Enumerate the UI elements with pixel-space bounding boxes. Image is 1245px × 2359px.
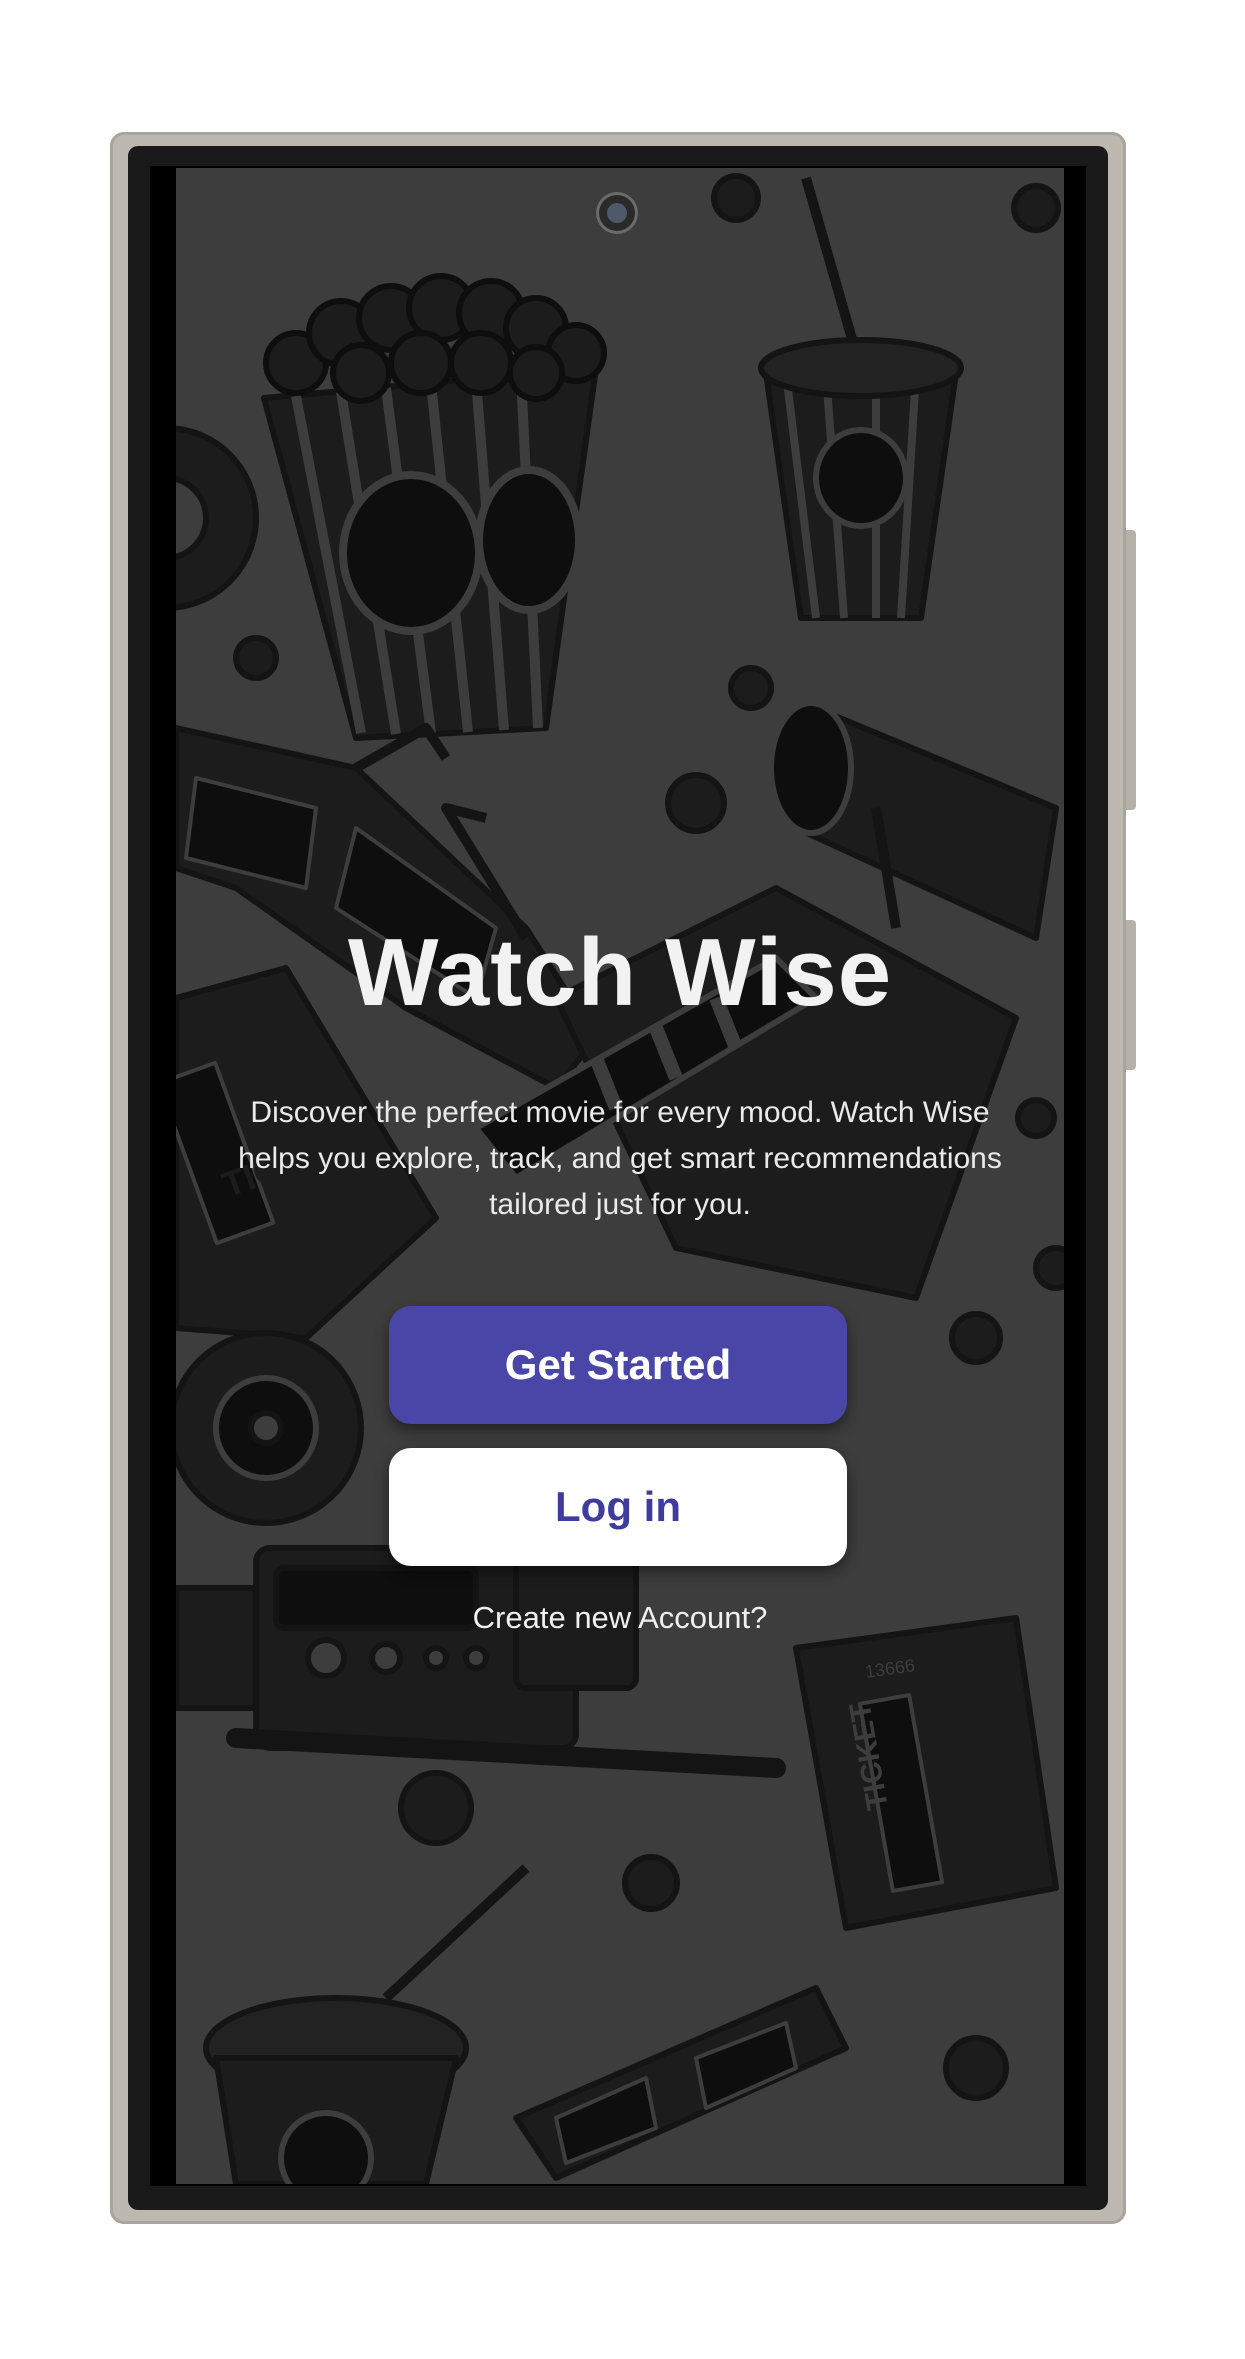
volume-button	[1126, 920, 1136, 1070]
create-account-link[interactable]: Create new Account?	[176, 1600, 1064, 1636]
3d-glasses-bottom-icon	[513, 1985, 849, 2181]
front-camera-icon	[596, 192, 638, 234]
login-button[interactable]: Log in	[389, 1448, 847, 1566]
popcorn-icon	[261, 273, 607, 741]
megaphone-icon	[768, 700, 1059, 941]
ticket-icon-right	[793, 1615, 1059, 1931]
get-started-button[interactable]: Get Started	[389, 1306, 847, 1424]
welcome-screen: TICKET TICKET 13666 Watch Wise Discover …	[176, 168, 1064, 2184]
app-title: Watch Wise	[347, 919, 893, 1026]
drink-cup-icon	[758, 176, 964, 621]
drink-cup-bottom-icon	[203, 1864, 530, 2184]
power-button	[1126, 530, 1136, 810]
app-description: Discover the perfect movie for every moo…	[238, 1096, 1002, 1221]
